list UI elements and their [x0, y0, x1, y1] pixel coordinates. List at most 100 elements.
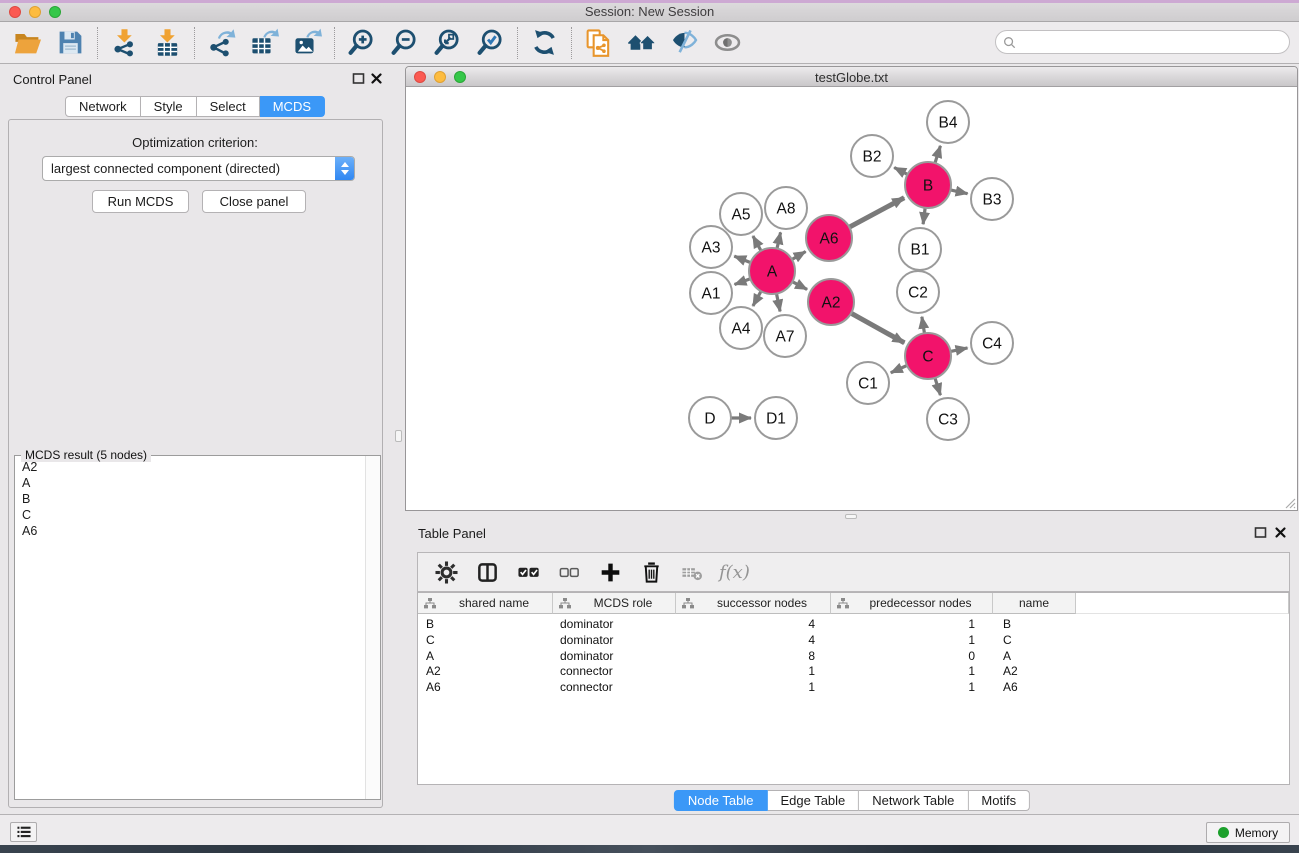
result-item[interactable]: A6 — [15, 523, 364, 539]
zoom-in-button[interactable] — [340, 24, 383, 62]
table-panel: Table Panel — [405, 520, 1299, 812]
column-header-successor-nodes[interactable]: successor nodes — [676, 593, 831, 614]
toolbar-separator — [517, 27, 518, 59]
tab-mcds[interactable]: MCDS — [260, 96, 325, 117]
home-button[interactable] — [620, 24, 663, 62]
zoom-selected-button[interactable] — [469, 24, 512, 62]
toolbar-separator — [334, 27, 335, 59]
graph-edge-A-A5[interactable] — [753, 236, 761, 251]
node-table[interactable]: shared nameMCDS rolesuccessor nodesprede… — [417, 592, 1290, 785]
result-item[interactable]: A2 — [15, 459, 364, 475]
clone-network-button[interactable] — [577, 24, 620, 62]
close-panel-icon[interactable] — [1274, 526, 1287, 539]
zoom-fit-button[interactable] — [426, 24, 469, 62]
zoom-out-button[interactable] — [383, 24, 426, 62]
vertical-split-grip[interactable] — [395, 430, 402, 442]
graph-edge-A-A6[interactable] — [792, 252, 806, 260]
delete-column-button[interactable] — [633, 555, 670, 589]
task-history-button[interactable] — [10, 822, 37, 842]
export-image-button[interactable] — [286, 24, 329, 62]
graph-edge-B-B4[interactable] — [935, 146, 940, 163]
result-item[interactable]: B — [15, 491, 364, 507]
close-panel-button[interactable]: Close panel — [202, 190, 306, 213]
mcds-result-list[interactable]: A2ABCA6 — [15, 459, 364, 799]
graph-edge-B-B3[interactable] — [950, 190, 967, 194]
table-cell: 8 — [676, 649, 831, 665]
save-session-button[interactable] — [49, 24, 92, 62]
graph-edge-A-A2[interactable] — [792, 282, 807, 290]
graph-node-label: C2 — [908, 285, 928, 302]
table-row[interactable]: A2connector11A2 — [418, 664, 1289, 680]
table-row[interactable]: A6connector11A6 — [418, 680, 1289, 696]
network-window-title: testGlobe.txt — [406, 70, 1297, 85]
tab-network[interactable]: Network — [65, 96, 141, 117]
graph-edge-C-C1[interactable] — [891, 365, 907, 372]
search-icon — [1003, 36, 1016, 49]
table-cell: 4 — [676, 633, 831, 649]
select-all-button[interactable] — [510, 555, 547, 589]
graph-edge-A-A8[interactable] — [777, 232, 781, 248]
graph-edge-A-A7[interactable] — [777, 294, 781, 312]
table-cell: 1 — [831, 617, 993, 633]
search-field[interactable] — [995, 30, 1290, 54]
tab-node-table[interactable]: Node Table — [674, 790, 768, 811]
close-panel-icon[interactable] — [370, 72, 383, 85]
import-table-button[interactable] — [146, 24, 189, 62]
graph-edge-A6-B[interactable] — [849, 198, 904, 227]
main-toolbar — [0, 22, 1299, 64]
zoom-selected-icon — [476, 28, 505, 57]
graph-edge-A-A4[interactable] — [753, 291, 761, 306]
show-columns-button[interactable] — [469, 555, 506, 589]
memory-button[interactable]: Memory — [1206, 822, 1290, 843]
column-header-shared-name[interactable]: shared name — [418, 593, 553, 614]
graph-edge-B-B1[interactable] — [923, 208, 925, 224]
graph-node-label: D1 — [766, 411, 786, 428]
graph-edge-A2-C[interactable] — [851, 313, 904, 343]
table-row[interactable]: Adominator80A — [418, 649, 1289, 665]
refresh-button[interactable] — [523, 24, 566, 62]
column-header-MCDS-role[interactable]: MCDS role — [553, 593, 676, 614]
tab-edge-table[interactable]: Edge Table — [767, 790, 859, 811]
open-file-button[interactable] — [6, 24, 49, 62]
graph-node-label: A3 — [702, 240, 721, 257]
graph-edge-C-C2[interactable] — [922, 317, 925, 334]
import-network-button[interactable] — [103, 24, 146, 62]
function-builder-button[interactable]: f(x) — [715, 562, 750, 583]
run-mcds-button[interactable]: Run MCDS — [92, 190, 189, 213]
export-network-button[interactable] — [200, 24, 243, 62]
deselect-all-button[interactable] — [551, 555, 588, 589]
table-cell: A2 — [418, 664, 553, 680]
result-item[interactable]: C — [15, 507, 364, 523]
graph-edge-A-A3[interactable] — [734, 256, 750, 262]
resize-grip-icon[interactable] — [1283, 496, 1296, 509]
float-panel-icon[interactable] — [352, 72, 365, 85]
table-settings-button[interactable] — [428, 555, 465, 589]
graph-edge-C-C3[interactable] — [935, 378, 940, 395]
network-graph-canvas[interactable]: AA1A2A3A4A5A6A7A8BB1B2B3B4CC1C2C3C4DD1 — [406, 87, 1297, 511]
tab-motifs[interactable]: Motifs — [968, 790, 1030, 811]
delete-table-button[interactable] — [674, 555, 711, 589]
table-row[interactable]: Cdominator41C — [418, 633, 1289, 649]
show-graphics-details-button[interactable] — [706, 24, 749, 62]
horizontal-split-grip[interactable] — [845, 514, 857, 519]
column-header-predecessor-nodes[interactable]: predecessor nodes — [831, 593, 993, 614]
graph-edge-C-C4[interactable] — [951, 348, 968, 351]
list-icon — [15, 823, 33, 841]
add-column-button[interactable] — [592, 555, 629, 589]
column-header-name[interactable]: name — [993, 593, 1076, 614]
hide-graphics-details-button[interactable] — [663, 24, 706, 62]
float-panel-icon[interactable] — [1254, 526, 1267, 539]
result-scrollbar[interactable] — [365, 456, 380, 799]
table-cell: connector — [553, 680, 676, 696]
tab-style[interactable]: Style — [141, 96, 197, 117]
tab-select[interactable]: Select — [197, 96, 260, 117]
search-input[interactable] — [1016, 33, 1289, 51]
criterion-dropdown[interactable]: largest connected component (directed) — [42, 156, 355, 181]
result-item[interactable]: A — [15, 475, 364, 491]
tab-network-table[interactable]: Network Table — [859, 790, 968, 811]
table-row[interactable]: Bdominator41B — [418, 617, 1289, 633]
export-table-button[interactable] — [243, 24, 286, 62]
control-panel-tab-bar: NetworkStyleSelectMCDS — [65, 96, 325, 117]
graph-edge-B-B2[interactable] — [894, 167, 907, 174]
graph-edge-A-A1[interactable] — [735, 279, 751, 285]
